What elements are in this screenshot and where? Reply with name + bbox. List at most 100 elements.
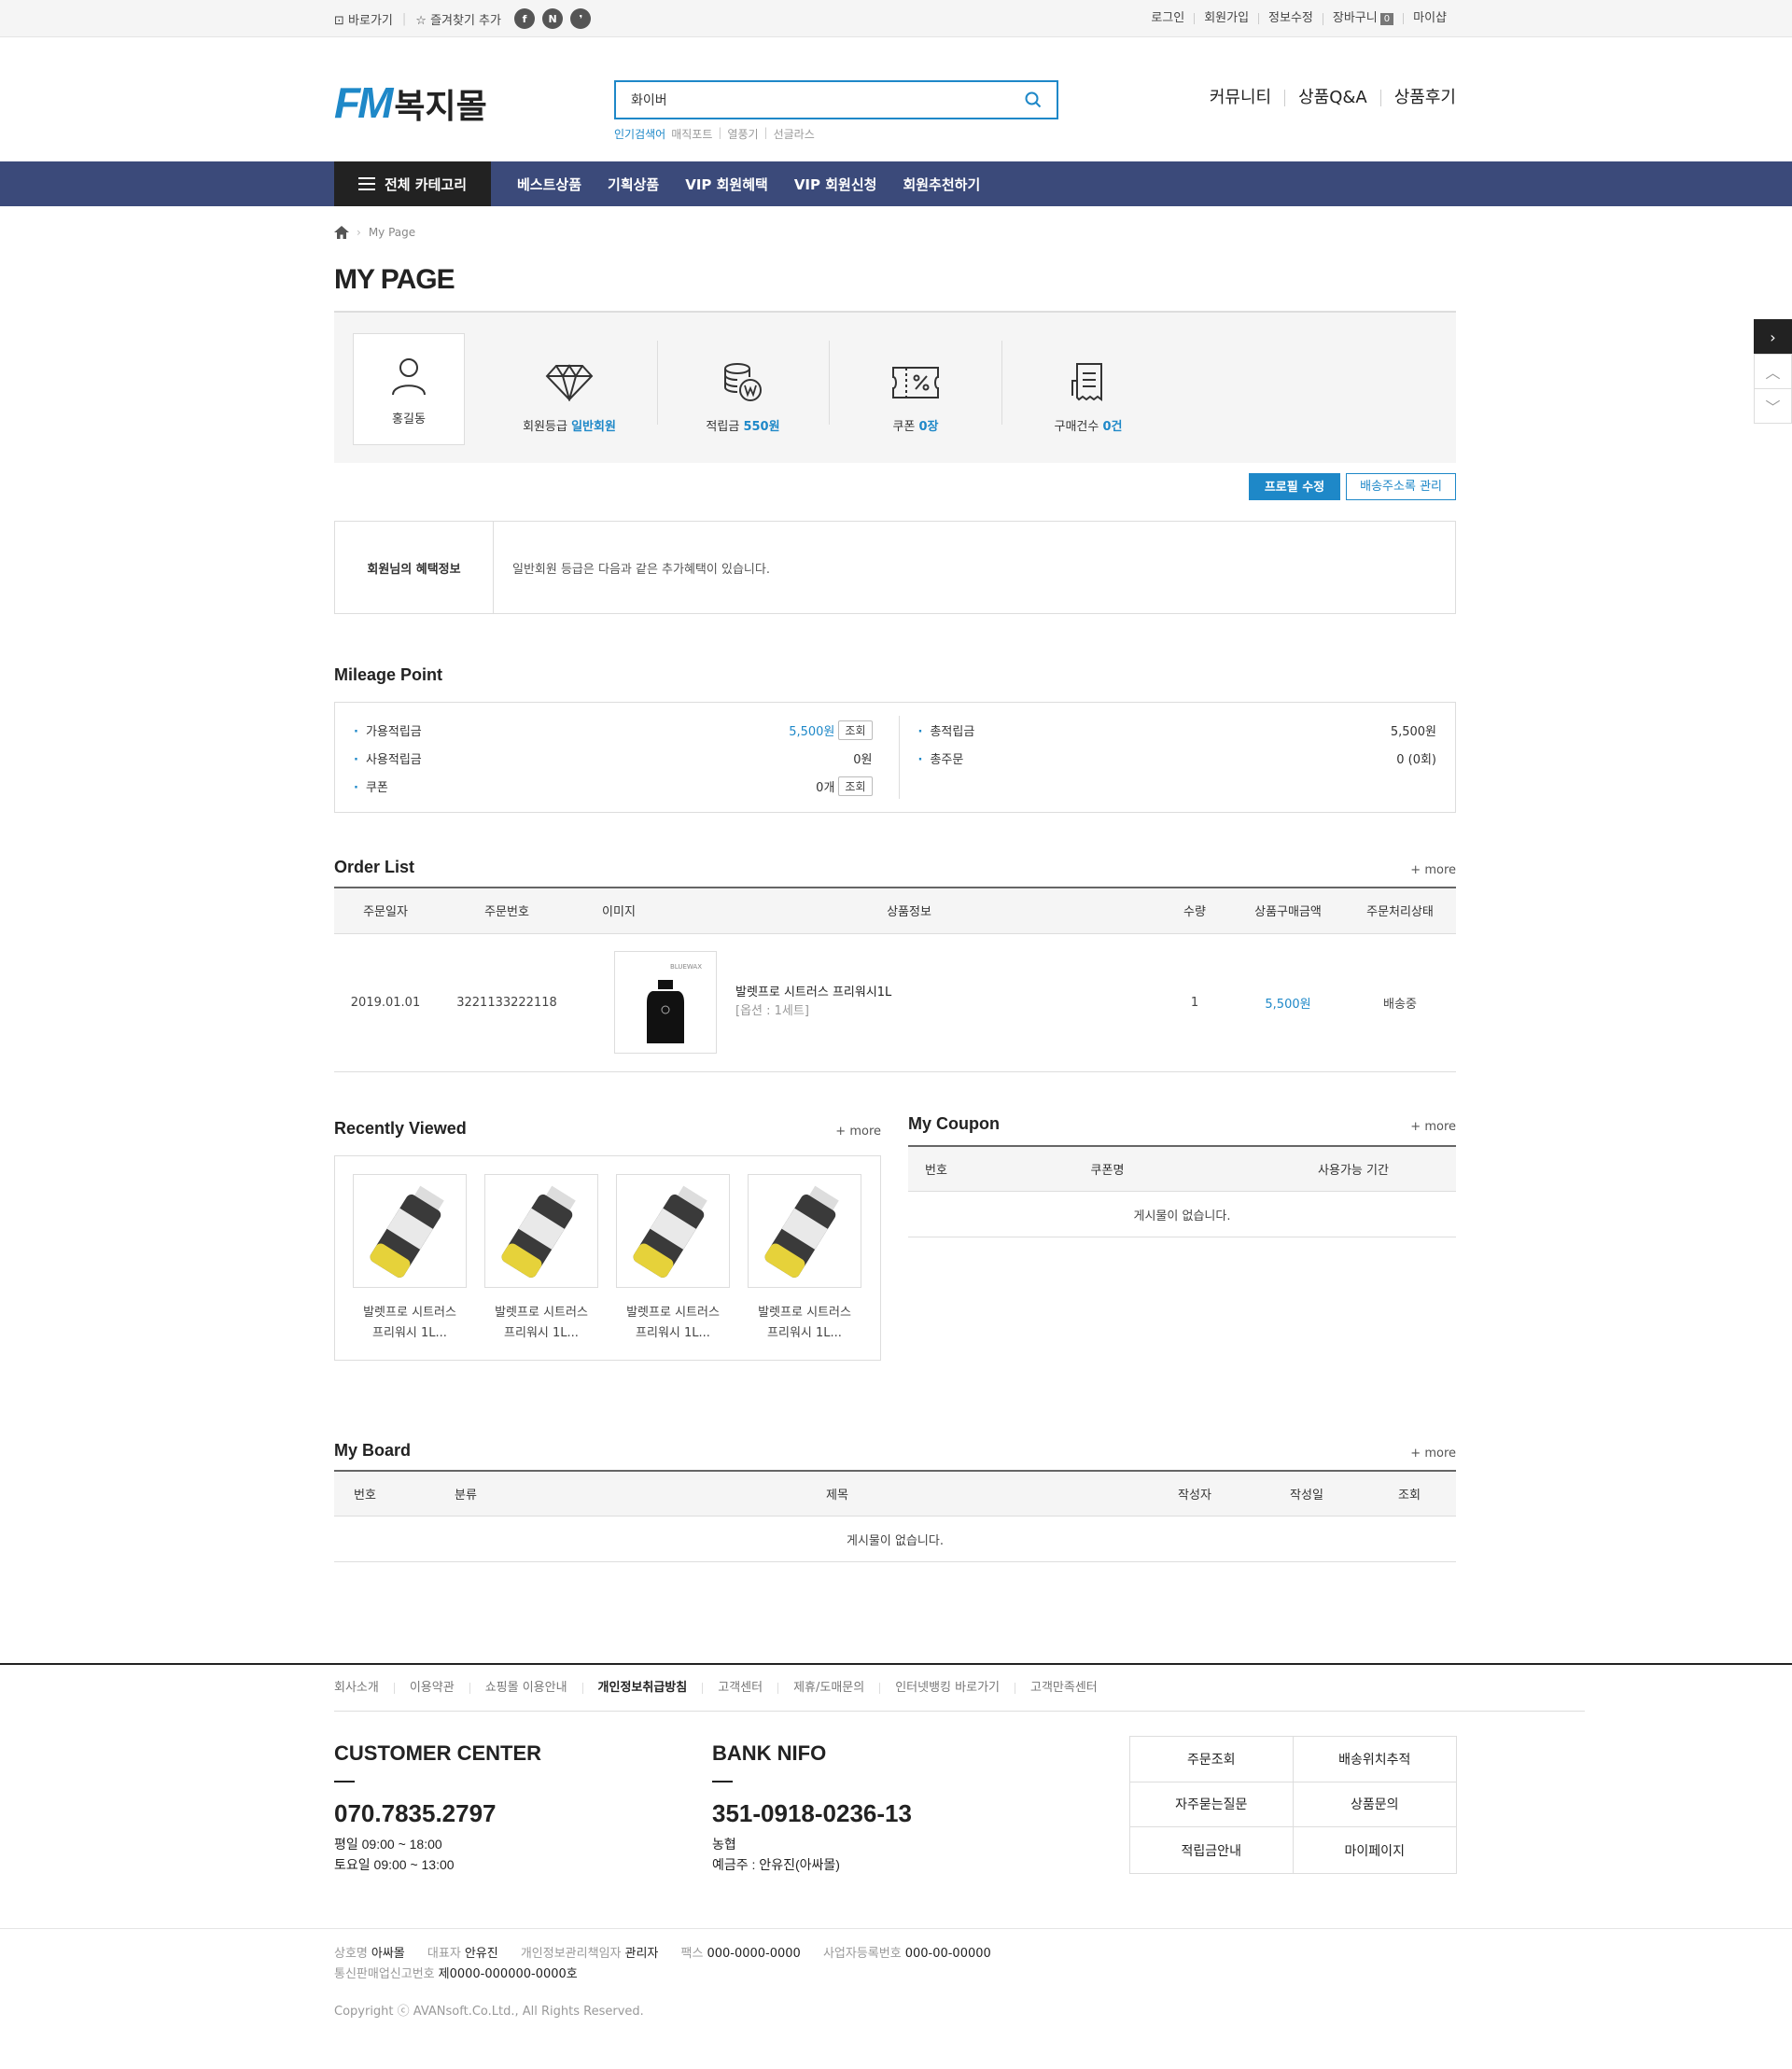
quick-points-guide[interactable]: 적립금안내	[1130, 1827, 1294, 1873]
quick-product-inquiry[interactable]: 상품문의	[1293, 1782, 1456, 1828]
product-qna-link[interactable]: 상품Q&A	[1284, 90, 1380, 106]
quick-delivery-track[interactable]: 배송위치추적	[1293, 1737, 1456, 1782]
product-thumb	[633, 1185, 707, 1278]
side-quick-bar: › ︿ ﹀	[1754, 319, 1792, 424]
nav-recommend[interactable]: 회원추천하기	[889, 175, 993, 194]
myshop-link[interactable]: 마이샵	[1403, 12, 1456, 24]
search-input[interactable]	[631, 92, 1025, 107]
list-item[interactable]: 발렛프로 시트러스프리워시 1L...	[616, 1173, 730, 1360]
total-orders-label: 총주문	[918, 749, 963, 767]
quick-order-lookup[interactable]: 주문조회	[1130, 1737, 1294, 1782]
chevron-down-icon[interactable]: ﹀	[1754, 388, 1792, 424]
chevron-up-icon[interactable]: ︿	[1754, 354, 1792, 389]
customer-center: CUSTOMER CENTER 070.7835.2797 평일 09:00 ~…	[334, 1741, 541, 1875]
points-item: 적립금 550원	[687, 341, 799, 453]
bank-title: BANK NIFO	[712, 1741, 827, 1765]
nav-vip-apply[interactable]: VIP 회원신청	[781, 175, 890, 194]
footer-link[interactable]: 회사소개	[334, 1682, 394, 1694]
company-value: 아싸몰	[371, 1947, 405, 1961]
community-link[interactable]: 커뮤니티	[1197, 90, 1284, 106]
facebook-icon[interactable]: f	[513, 8, 535, 29]
order-more-link[interactable]: + more	[1410, 863, 1456, 877]
join-link[interactable]: 회원가입	[1194, 12, 1258, 24]
list-item[interactable]: 발렛프로 시트러스 프리워시 1L...	[748, 1173, 861, 1360]
footer-link[interactable]: 쇼핑몰 이용안내	[469, 1682, 582, 1694]
mileage-box: 가용적립금5,500원조회 사용적립금0원 쿠폰0개조회 총적립금5,500원 …	[334, 702, 1456, 813]
recent-more-link[interactable]: + more	[835, 1125, 881, 1139]
login-link[interactable]: 로그인	[1141, 12, 1194, 24]
orders-value: 0건	[1102, 419, 1123, 434]
ceo-value: 안유진	[464, 1947, 498, 1961]
product-name[interactable]: 발렛프로 시트러스 프리워시1L	[735, 984, 891, 1002]
product-image[interactable]: BLUEWAX	[614, 951, 717, 1054]
total-orders-value: 0 (0회)	[1396, 752, 1436, 767]
kakao-icon[interactable]: ❜	[570, 8, 592, 29]
product-thumb	[370, 1185, 444, 1278]
cc-title: CUSTOMER CENTER	[334, 1741, 542, 1765]
order-number[interactable]: 3221133222118	[437, 933, 577, 1072]
recent-item-name: 프리워시 1L...	[372, 1325, 447, 1340]
keyword-link[interactable]: 열풍기	[727, 126, 758, 142]
coupon-more-link[interactable]: + more	[1410, 1120, 1456, 1134]
coupon-count-value: 0개	[816, 780, 835, 795]
keyword-link[interactable]: 매직포트	[671, 126, 712, 142]
shortcut-link[interactable]: ⊡ 바로가기	[334, 10, 393, 28]
footer-link[interactable]: 개인정보취급방침	[581, 1682, 703, 1694]
order-price: 5,500원	[1232, 933, 1344, 1072]
footer-link[interactable]: 이용약관	[393, 1682, 469, 1694]
keyword-link[interactable]: 선글라스	[774, 126, 815, 142]
quick-faq[interactable]: 자주묻는질문	[1130, 1782, 1294, 1828]
view-coupon-button[interactable]: 조회	[838, 776, 873, 796]
shortcut-label: 바로가기	[348, 13, 393, 28]
col-board-date: 작성일	[1251, 1470, 1363, 1517]
mail-order-label: 통신판매업신고번호	[334, 1967, 435, 1981]
col-board-views: 조회	[1363, 1470, 1456, 1517]
order-list-title: Order List	[334, 858, 415, 876]
cc-hours: 토요일 09:00 ~ 13:00	[334, 1857, 455, 1872]
popular-keywords: 인기검색어 매직포트 | 열풍기 | 선글라스	[614, 126, 815, 142]
quick-mypage[interactable]: 마이페이지	[1294, 1827, 1457, 1873]
list-item[interactable]: 발렛프로 시트러스 프리워시 1L...	[484, 1173, 598, 1360]
view-points-button[interactable]: 조회	[838, 720, 873, 740]
board-more-link[interactable]: + more	[1410, 1447, 1456, 1461]
product-review-link[interactable]: 상품후기	[1379, 90, 1456, 106]
logo[interactable]: FM 복지몰	[334, 77, 487, 128]
footer-link[interactable]: 인터넷뱅킹 바로가기	[879, 1682, 1015, 1694]
recent-item-name: 발렛프로 시트러스	[363, 1305, 456, 1320]
recent-item-name: 발렛프로 시트러스	[626, 1305, 720, 1320]
edit-info-link[interactable]: 정보수정	[1258, 12, 1323, 24]
popular-keywords-label: 인기검색어	[614, 128, 666, 141]
fax-label: 팩스	[680, 1947, 704, 1961]
footer-link[interactable]: 고객만족센터	[1015, 1682, 1113, 1694]
recent-item-name: 프리워시 1L...	[636, 1325, 710, 1340]
user-icon	[392, 357, 426, 395]
top-bar: ⊡ 바로가기 | ☆ 즐겨찾기 추가 f N ❜ 로그인 회원가입 정보수정 장…	[0, 0, 1792, 37]
logo-fm: FM	[334, 78, 393, 127]
search-icon[interactable]	[1025, 91, 1042, 108]
board-title: My Board	[334, 1440, 412, 1460]
cart-link[interactable]: 장바구니 0	[1322, 10, 1403, 25]
cart-label: 장바구니	[1332, 10, 1378, 25]
footer-link[interactable]: 고객센터	[702, 1682, 777, 1694]
naver-icon[interactable]: N	[542, 8, 564, 29]
coupon-title: My Coupon	[908, 1113, 1000, 1133]
edit-profile-button[interactable]: 프로필 수정	[1248, 473, 1341, 500]
cc-hours: 평일 09:00 ~ 18:00	[334, 1837, 442, 1852]
available-points-label: 가용적립금	[354, 721, 422, 739]
col-coupon-no: 번호	[908, 1145, 964, 1192]
grade-item: 회원등급 일반회원	[513, 341, 625, 453]
nav-vip-benefit[interactable]: VIP 회원혜택	[672, 175, 781, 194]
user-name: 홍길동	[392, 412, 426, 426]
list-item[interactable]: 발렛프로 시트러스프리워시 1L...	[353, 1173, 467, 1360]
chevron-right-icon[interactable]: ›	[1754, 319, 1792, 355]
nav-best[interactable]: 베스트상품	[504, 175, 595, 194]
address-book-button[interactable]: 배송주소록 관리	[1346, 473, 1456, 500]
home-icon[interactable]	[334, 226, 349, 239]
all-category-button[interactable]: 전체 카테고리	[334, 161, 491, 206]
col-image: 이미지	[577, 888, 661, 934]
nav-planned[interactable]: 기획상품	[595, 175, 672, 194]
footer-link[interactable]: 제휴/도매문의	[777, 1682, 879, 1694]
bookmark-link[interactable]: ☆ 즐겨찾기 추가	[415, 10, 501, 28]
mail-order-value: 제0000-000000-0000호	[438, 1967, 578, 1981]
benefit-label: 회원님의 혜택정보	[335, 522, 494, 613]
